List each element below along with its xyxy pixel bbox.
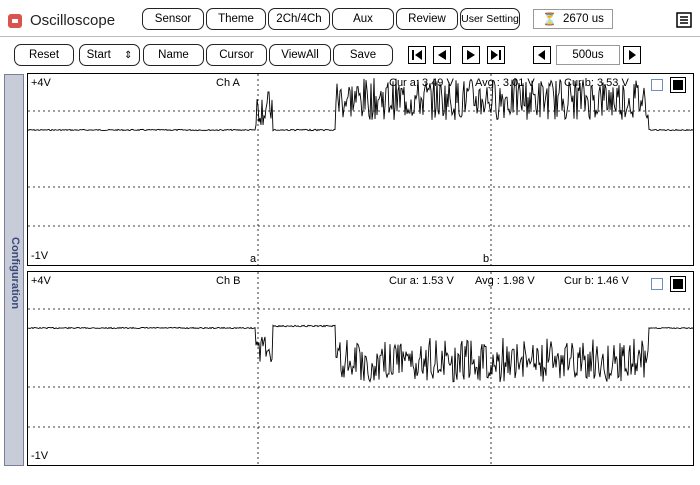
- channel-b-cur-b: Cur b: 1.46 V: [564, 275, 629, 287]
- aux-button[interactable]: Aux: [332, 8, 394, 30]
- app-icon[interactable]: [8, 14, 22, 28]
- save-button[interactable]: Save: [333, 44, 393, 66]
- channel-b-stop-icon[interactable]: [670, 276, 686, 292]
- time-value: 2670 us: [563, 13, 604, 25]
- skip-start-icon[interactable]: [408, 46, 426, 64]
- channels-button[interactable]: 2Ch/4Ch: [268, 8, 330, 30]
- channel-a-name: Ch A: [216, 77, 240, 89]
- step-forward-icon[interactable]: [462, 46, 480, 64]
- range-decrease-icon[interactable]: [533, 46, 551, 64]
- user-setting-button[interactable]: User Setting: [460, 8, 520, 30]
- toolbar-divider: [0, 36, 700, 37]
- channel-b-checkbox[interactable]: [651, 278, 663, 290]
- menu-icon[interactable]: [676, 12, 692, 28]
- name-button[interactable]: Name: [143, 44, 204, 66]
- clock-icon: ⏳: [542, 12, 557, 26]
- updown-icon: ⇕: [124, 49, 133, 61]
- viewall-button[interactable]: ViewAll: [269, 44, 331, 66]
- channel-a-plot[interactable]: +4V -1V Ch A Cur a: 3.49 V Avg : 3.01 V …: [27, 73, 694, 266]
- channel-a-bottom-label: -1V: [31, 250, 49, 262]
- timebase-value: 500us: [556, 45, 620, 65]
- app-title: Oscilloscope: [30, 12, 116, 29]
- channel-b-avg: Avg : 1.98 V: [475, 275, 535, 287]
- channel-b-waveform: [28, 324, 693, 383]
- channel-b-name: Ch B: [216, 275, 241, 287]
- reset-button[interactable]: Reset: [14, 44, 74, 66]
- channel-a-top-label: +4V: [31, 77, 51, 89]
- channel-a-stop-icon[interactable]: [670, 77, 686, 93]
- review-button[interactable]: Review: [396, 8, 458, 30]
- cursor-a-marker[interactable]: a: [250, 253, 256, 265]
- cursor-button[interactable]: Cursor: [206, 44, 267, 66]
- channel-a-avg: Avg : 3.01 V: [475, 77, 535, 89]
- channel-b-bottom-label: -1V: [31, 450, 49, 462]
- range-increase-icon[interactable]: [623, 46, 641, 64]
- start-label: Start: [86, 49, 111, 61]
- start-select[interactable]: Start ⇕: [79, 44, 140, 66]
- channel-b-top-label: +4V: [31, 275, 51, 287]
- waveform-b: [28, 324, 693, 383]
- channel-a-cur-a: Cur a: 3.49 V: [389, 77, 454, 89]
- cursor-b-marker[interactable]: b: [483, 253, 489, 265]
- configuration-sidebar[interactable]: Configuration: [4, 74, 24, 466]
- theme-button[interactable]: Theme: [206, 8, 266, 30]
- configuration-label: Configuration: [9, 236, 21, 310]
- channel-b-plot[interactable]: +4V -1V Ch B Cur a: 1.53 V Avg : 1.98 V …: [27, 271, 694, 466]
- step-back-icon[interactable]: [433, 46, 451, 64]
- channel-a-waveform: [28, 77, 693, 132]
- skip-end-icon[interactable]: [487, 46, 505, 64]
- channel-b-cur-a: Cur a: 1.53 V: [389, 275, 454, 287]
- time-display: ⏳ 2670 us: [533, 9, 613, 29]
- channel-a-checkbox[interactable]: [651, 79, 663, 91]
- channel-a-cur-b: Cur b: 3.53 V: [564, 77, 629, 89]
- sensor-button[interactable]: Sensor: [142, 8, 204, 30]
